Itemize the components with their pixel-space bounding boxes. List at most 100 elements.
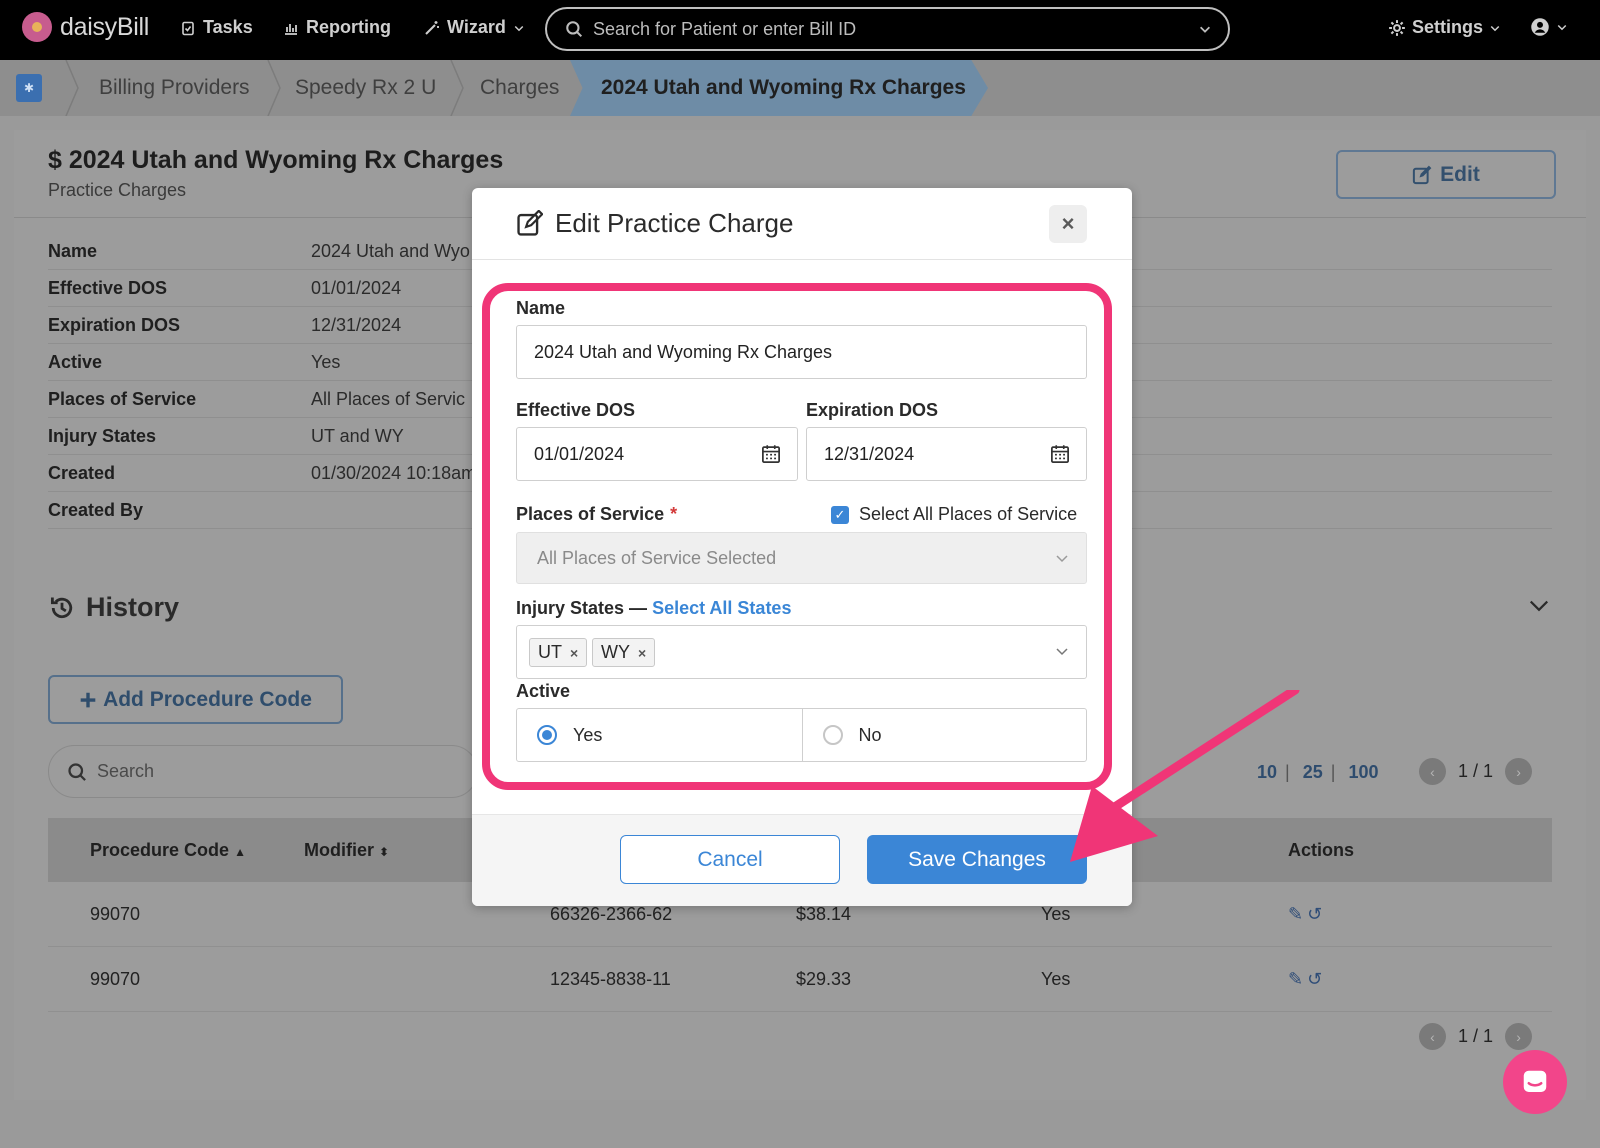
- history-icon[interactable]: ↺: [1307, 904, 1322, 925]
- user-circle-icon: [1531, 18, 1549, 36]
- active-yes-label: Yes: [573, 724, 603, 745]
- patient-search-input[interactable]: Search for Patient or enter Bill ID: [545, 7, 1230, 51]
- search-icon: [68, 762, 86, 781]
- logo-text: daisyBill: [60, 12, 149, 41]
- active-label: Active: [516, 681, 571, 701]
- breadcrumb-speedy-rx[interactable]: Speedy Rx 2 U: [295, 76, 436, 100]
- daisybill-logo[interactable]: daisyBill: [22, 12, 149, 42]
- calendar-icon[interactable]: [761, 444, 781, 464]
- pager-top: ‹ 1 / 1 ›: [1419, 758, 1533, 785]
- calendar-icon[interactable]: [1050, 444, 1070, 464]
- modal-header: Edit Practice Charge ×: [472, 188, 1132, 260]
- page-subtitle: Practice Charges: [48, 180, 187, 200]
- sort-icon: ⬍: [379, 845, 390, 859]
- patient-search-placeholder: Search for Patient or enter Bill ID: [593, 18, 857, 39]
- remove-tag-icon[interactable]: ×: [570, 645, 578, 661]
- chevron-down-icon: [1557, 24, 1567, 31]
- edit-button[interactable]: Edit: [1336, 150, 1556, 199]
- breadcrumb-separator: [267, 60, 281, 116]
- add-procedure-code-label: Add Procedure Code: [103, 687, 312, 711]
- detail-value: 01/01/2024: [311, 278, 402, 298]
- injury-states-select[interactable]: UT × WY ×: [516, 625, 1087, 679]
- edit-icon: [517, 210, 543, 236]
- chat-support-button[interactable]: [1503, 1050, 1567, 1114]
- cancel-button[interactable]: Cancel: [620, 835, 840, 884]
- nav-reporting[interactable]: Reporting: [283, 17, 391, 38]
- detail-label: Created By: [48, 500, 144, 520]
- table-search-input[interactable]: Search: [48, 745, 478, 798]
- row-actions: ✎ ↺: [1288, 904, 1322, 925]
- col-modifier[interactable]: Modifier ⬍: [304, 840, 389, 861]
- save-changes-button[interactable]: Save Changes: [867, 835, 1087, 884]
- select-all-states-link[interactable]: Select All States: [652, 598, 791, 618]
- edit-icon[interactable]: ✎: [1288, 904, 1303, 925]
- places-of-service-label: Places of Service *: [516, 504, 677, 525]
- active-no-option[interactable]: No: [801, 709, 1087, 761]
- state-tag-label: UT: [538, 642, 562, 662]
- select-all-places-checkbox[interactable]: ✓ Select All Places of Service: [831, 504, 1077, 525]
- plus-icon: [80, 692, 96, 707]
- chat-icon: [1523, 1070, 1547, 1092]
- edit-icon[interactable]: ✎: [1288, 969, 1303, 990]
- chevron-down-icon: [1490, 25, 1500, 31]
- effective-dos-input[interactable]: 01/01/2024: [516, 427, 798, 481]
- row-price: $38.14: [796, 904, 852, 924]
- injury-states-label-text: Injury States —: [516, 598, 648, 618]
- row-actions: ✎ ↺: [1288, 969, 1322, 990]
- col-actions: Actions: [1288, 840, 1355, 860]
- chevron-down-icon[interactable]: [1198, 22, 1212, 36]
- nav-settings[interactable]: Settings: [1388, 17, 1501, 38]
- detail-label: Injury States: [48, 426, 157, 446]
- breadcrumb-active: 2024 Utah and Wyoming Rx Charges: [601, 76, 966, 99]
- edit-practice-charge-modal: Edit Practice Charge × Name 2024 Utah an…: [472, 188, 1132, 906]
- name-input[interactable]: 2024 Utah and Wyoming Rx Charges: [516, 325, 1087, 379]
- magic-wand-icon: [425, 20, 439, 35]
- expiration-dos-input[interactable]: 12/31/2024: [806, 427, 1087, 481]
- chevron-left-icon[interactable]: ‹: [1419, 1023, 1446, 1050]
- name-input-value: 2024 Utah and Wyoming Rx Charges: [534, 341, 832, 362]
- chevron-right-icon[interactable]: ›: [1505, 1023, 1533, 1050]
- history-icon[interactable]: ↺: [1307, 969, 1322, 990]
- breadcrumb-charges[interactable]: Charges: [480, 76, 559, 100]
- radio-unchecked-icon: [822, 725, 843, 745]
- page-size-25[interactable]: 25: [1303, 762, 1323, 782]
- nav-settings-label: Settings: [1412, 17, 1484, 37]
- nav-tasks[interactable]: Tasks: [180, 17, 253, 38]
- edit-icon: [1413, 165, 1432, 184]
- detail-value: 12/31/2024: [311, 315, 402, 335]
- gear-icon: [1389, 19, 1405, 36]
- close-icon[interactable]: ×: [1049, 205, 1087, 243]
- name-label: Name: [516, 298, 566, 318]
- expiration-dos-value: 12/31/2024: [824, 443, 915, 464]
- chevron-left-icon[interactable]: ‹: [1419, 758, 1446, 785]
- chevron-down-icon[interactable]: [1054, 643, 1070, 659]
- places-of-service-value: All Places of Service Selected: [537, 547, 777, 568]
- effective-dos-value: 01/01/2024: [534, 443, 625, 464]
- table-search-placeholder: Search: [97, 761, 155, 781]
- active-yes-option[interactable]: Yes: [517, 709, 802, 761]
- remove-tag-icon[interactable]: ×: [638, 645, 646, 661]
- sidebar-toggle-icon[interactable]: ✱: [16, 74, 42, 102]
- page-size-100[interactable]: 100: [1348, 762, 1378, 782]
- row-ndc: 66326-2366-62: [550, 904, 673, 924]
- detail-label: Name: [48, 241, 98, 261]
- page-title: $ 2024 Utah and Wyoming Rx Charges: [48, 146, 504, 174]
- chevron-down-icon[interactable]: [1528, 594, 1550, 616]
- add-procedure-code-button[interactable]: Add Procedure Code: [48, 675, 343, 724]
- col-procedure-code[interactable]: Procedure Code ▲: [90, 840, 246, 861]
- state-tag-ut: UT ×: [529, 638, 588, 667]
- user-menu[interactable]: [1530, 17, 1568, 37]
- detail-label: Created: [48, 463, 116, 483]
- sort-asc-icon: ▲: [234, 845, 246, 859]
- history-toggle[interactable]: History: [48, 592, 179, 623]
- nav-wizard[interactable]: Wizard: [424, 17, 525, 38]
- breadcrumb-billing-providers[interactable]: Billing Providers: [99, 76, 250, 100]
- search-icon: [566, 21, 583, 38]
- detail-label: Expiration DOS: [48, 315, 181, 335]
- page-size-10[interactable]: 10: [1257, 762, 1277, 782]
- row-price: $29.33: [796, 969, 852, 989]
- places-of-service-select: All Places of Service Selected: [516, 532, 1087, 584]
- chevron-right-icon[interactable]: ›: [1505, 758, 1533, 785]
- checkmark-icon: ✓: [831, 505, 849, 524]
- daisy-flower-icon: [22, 12, 52, 42]
